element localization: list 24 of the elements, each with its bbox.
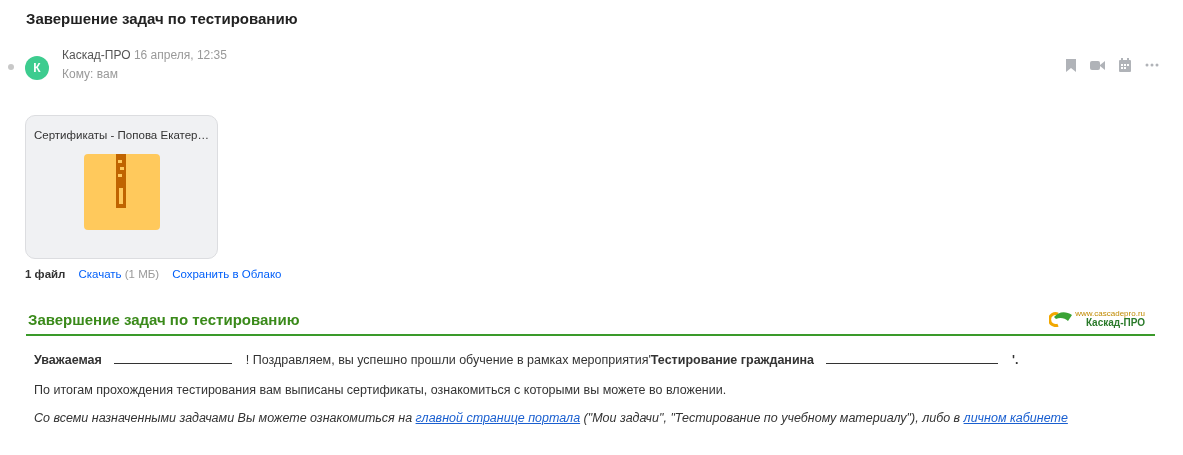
attachment-card[interactable]: Сертификаты - Попова Екатер…	[25, 115, 218, 259]
logo-icon	[1049, 311, 1074, 327]
sender-name[interactable]: Каскад-ПРО	[62, 48, 131, 62]
file-count: 1 файл	[25, 268, 66, 280]
sender-avatar: К	[25, 56, 49, 80]
calendar-icon[interactable]	[1119, 58, 1131, 72]
email-subject: Завершение задач по тестированию	[25, 9, 299, 29]
video-camera-icon[interactable]	[1090, 59, 1105, 71]
message-date: 16 апреля, 12:35	[133, 48, 227, 62]
info-text: По итогам прохождения тестирования вам выписаны сертификаты, ознакомиться с которыми вы можете во вложении.	[34, 382, 728, 398]
attachment-name: Сертификаты - Попова Екатер…	[34, 129, 209, 141]
greeting-text: Уважаемая ! Поздравляем, вы успешно прошли обучение в рамках мероприятия'Тестирование гражданина '.	[34, 351, 1020, 368]
portal-link[interactable]: главной странице портала	[415, 411, 581, 425]
note-text: Со всеми назначенными задачами Вы можете ознакомиться на главной странице портала ("Мои задачи", "Тестирование по учебному материалу"), либо в личном кабинете	[34, 410, 1069, 426]
bookmark-icon[interactable]	[1066, 58, 1076, 72]
save-to-cloud-link[interactable]: Сохранить в Облако	[172, 268, 282, 280]
archive-file-icon	[83, 154, 160, 230]
logo-url: www.cascadepro.ru	[1075, 310, 1145, 318]
more-icon[interactable]	[1145, 63, 1159, 67]
letter-title: Завершение задач по тестированию	[28, 310, 300, 328]
download-link[interactable]: Скачать (1 МБ)	[78, 268, 160, 280]
read-status-dot[interactable]	[8, 64, 14, 70]
logo-name: Каскад-ПРО	[1085, 318, 1145, 328]
portal-link[interactable]: личном кабинете	[963, 411, 1068, 425]
